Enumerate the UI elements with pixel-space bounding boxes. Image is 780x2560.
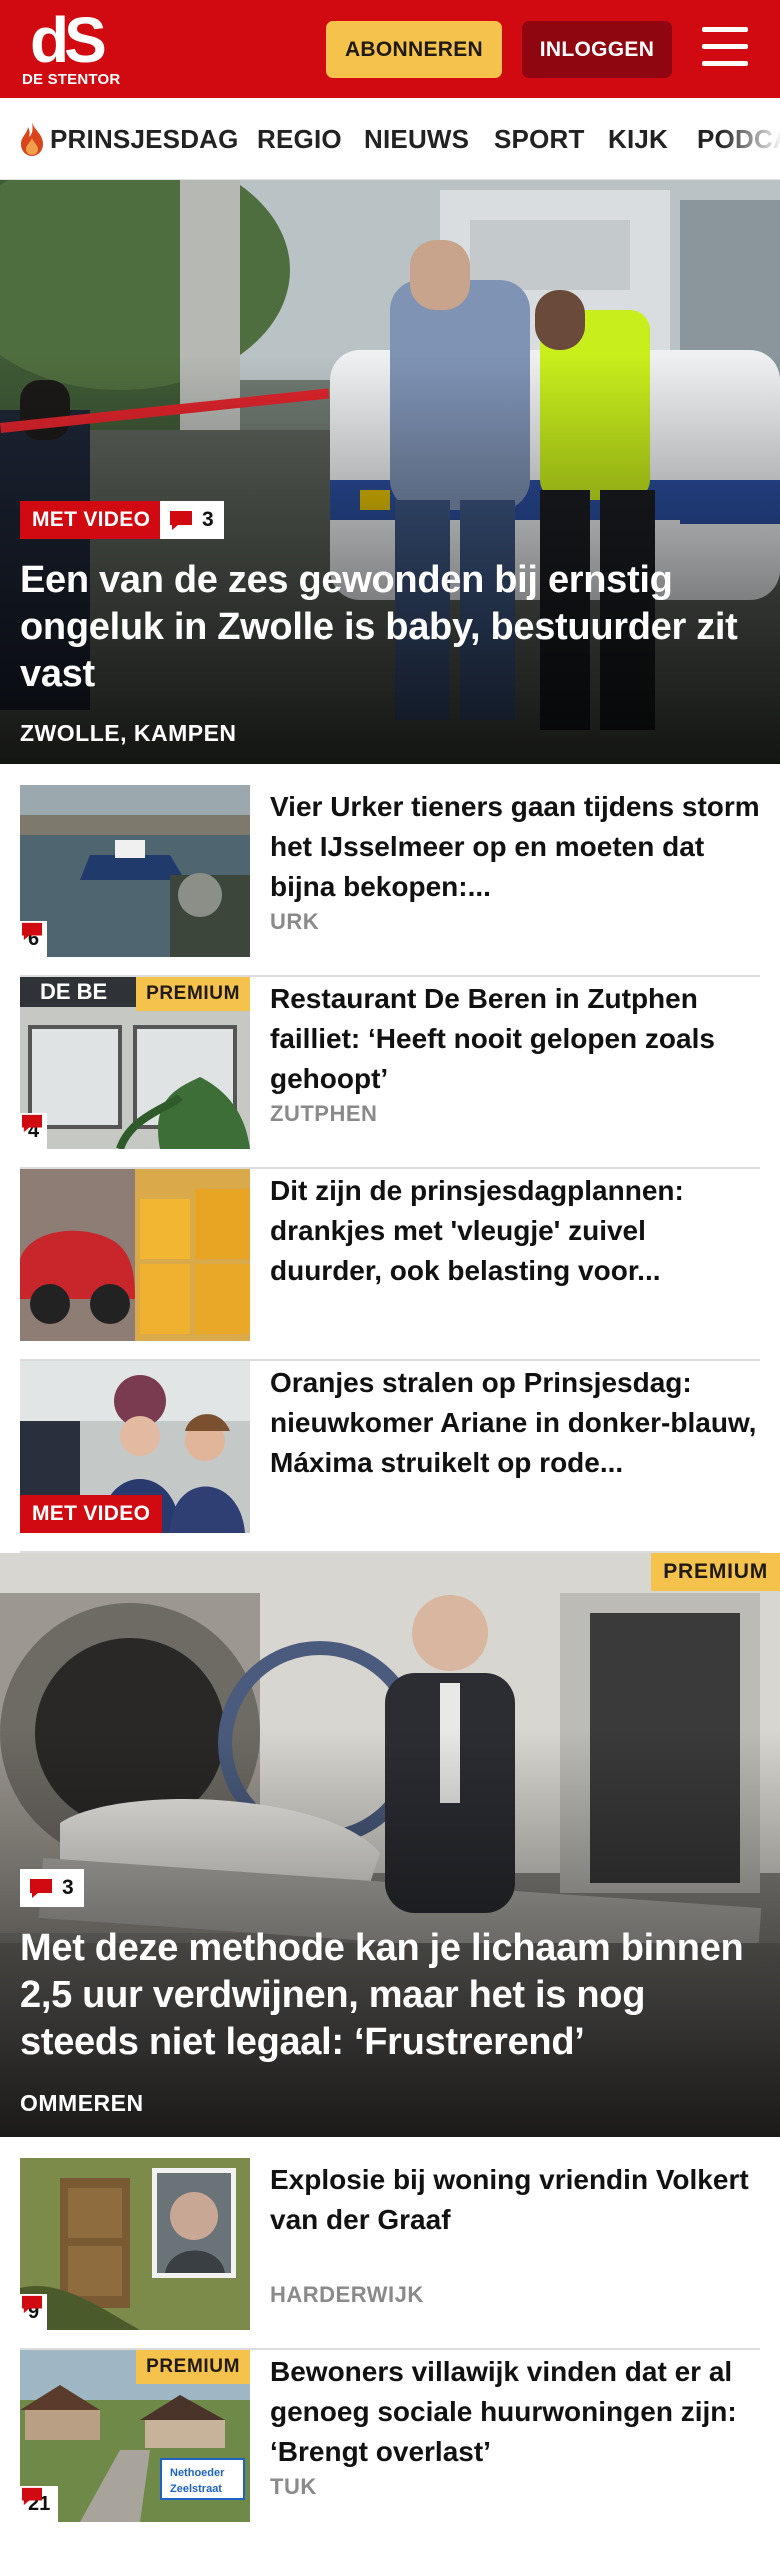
- login-button[interactable]: INLOGGEN: [522, 21, 672, 78]
- comment-icon: [22, 2487, 42, 2506]
- comment-badge[interactable]: 6: [20, 921, 48, 957]
- subscribe-button[interactable]: ABONNEREN: [326, 21, 502, 78]
- comment-icon: [170, 511, 192, 530]
- comment-icon: [22, 922, 42, 941]
- comment-count: 3: [62, 1876, 74, 1899]
- comment-icon: [22, 1114, 42, 1133]
- video-badge: MET VIDEO: [20, 501, 163, 539]
- nav-item-sport[interactable]: SPORT: [494, 98, 585, 179]
- thumbnail: MET VIDEO: [20, 1361, 250, 1533]
- section-nav: PRINSJESDAG REGIO NIEUWS SPORT KIJK PODC…: [0, 98, 780, 180]
- comment-icon: [22, 2295, 42, 2314]
- premium-badge: PREMIUM: [136, 2350, 250, 2384]
- thumbnail: 6: [20, 785, 250, 957]
- comment-badge[interactable]: 4: [20, 1113, 48, 1149]
- list-item[interactable]: 6 Vier Urker tieners gaan tijdens storm …: [20, 785, 760, 977]
- hero-title[interactable]: Met deze methode kan je lichaam binnen 2…: [20, 1925, 756, 2066]
- flame-icon: [21, 122, 43, 156]
- hamburger-icon[interactable]: [698, 23, 752, 73]
- thumbnail-image: [20, 785, 250, 957]
- nav-item-kijk[interactable]: KIJK: [608, 98, 668, 179]
- hero-article-1[interactable]: MET VIDEO 3 Een van de zes gewonden bij …: [0, 180, 780, 764]
- svg-text:Zeelstraat: Zeelstraat: [170, 2483, 222, 2495]
- article-location: HARDERWIJK: [270, 2282, 424, 2307]
- nav-item-nieuws[interactable]: NIEUWS: [364, 98, 469, 179]
- article-title[interactable]: Dit zijn de prinsjesdagplannen: drankjes…: [270, 1171, 760, 1291]
- article-title[interactable]: Restaurant De Beren in Zutphen failliet:…: [270, 979, 760, 1099]
- logo-wordmark: DE STENTOR: [22, 71, 121, 88]
- article-title[interactable]: Vier Urker tieners gaan tijdens storm he…: [270, 787, 760, 907]
- article-location: TUK: [270, 2474, 317, 2499]
- logo-mark: dS: [30, 4, 107, 76]
- comment-badge[interactable]: 3: [20, 1869, 84, 1907]
- hero-title[interactable]: Een van de zes gewonden bij ernstig onge…: [20, 557, 756, 698]
- nav-item-regio[interactable]: REGIO: [257, 98, 342, 179]
- site-header: dS DE STENTOR ABONNEREN INLOGGEN: [0, 0, 780, 98]
- article-location: URK: [270, 909, 320, 934]
- nav-item-prinsjesdag[interactable]: PRINSJESDAG: [18, 98, 239, 179]
- list-item[interactable]: MET VIDEO Oranjes stralen op Prinsjesdag…: [20, 1361, 760, 1553]
- comment-icon: [30, 1879, 52, 1898]
- thumbnail: DE BE PREMIUM 4: [20, 977, 250, 1149]
- article-location: ZUTPHEN: [270, 1101, 378, 1126]
- comment-badge[interactable]: 21: [20, 2486, 59, 2522]
- comment-badge[interactable]: 9: [20, 2294, 48, 2330]
- article-title[interactable]: Oranjes stralen op Prinsjesdag: nieuwkom…: [270, 1363, 760, 1483]
- list-item[interactable]: Nethoeder Zeelstraat PREMIUM 21 Bewoners…: [20, 2350, 760, 2542]
- list-item[interactable]: DE BE PREMIUM 4 Restaurant De Beren in Z…: [20, 977, 760, 1169]
- nav-item-podcast[interactable]: PODCA: [697, 98, 780, 179]
- svg-text:Nethoeder: Nethoeder: [170, 2467, 225, 2479]
- site-logo[interactable]: dS DE STENTOR: [22, 4, 142, 90]
- thumbnail: 9: [20, 2158, 250, 2330]
- video-badge: MET VIDEO: [20, 1495, 163, 1533]
- hero-article-2[interactable]: PREMIUM 3 Met deze methode kan je lichaa…: [0, 1553, 780, 2137]
- list-item[interactable]: 9 Explosie bij woning vriendin Volkert v…: [20, 2158, 760, 2350]
- thumbnail: Nethoeder Zeelstraat PREMIUM 21: [20, 2350, 250, 2522]
- nav-label: PRINSJESDAG: [50, 123, 239, 154]
- article-title[interactable]: Explosie bij woning vriendin Volkert van…: [270, 2160, 760, 2240]
- article-title[interactable]: Bewoners villawijk vinden dat er al geno…: [270, 2352, 760, 2472]
- premium-badge: PREMIUM: [136, 977, 250, 1011]
- comment-badge[interactable]: 3: [160, 501, 224, 539]
- comment-count: 3: [202, 508, 214, 531]
- list-item[interactable]: Dit zijn de prinsjesdagplannen: drankjes…: [20, 1169, 760, 1361]
- thumbnail-image: [20, 1169, 250, 1341]
- hero-location: ZWOLLE, KAMPEN: [20, 720, 237, 746]
- thumbnail: [20, 1169, 250, 1341]
- svg-text:DE BE: DE BE: [40, 979, 107, 1004]
- premium-badge: PREMIUM: [651, 1553, 780, 1591]
- thumbnail-image: [20, 2158, 250, 2330]
- hero-location: OMMEREN: [20, 2090, 144, 2116]
